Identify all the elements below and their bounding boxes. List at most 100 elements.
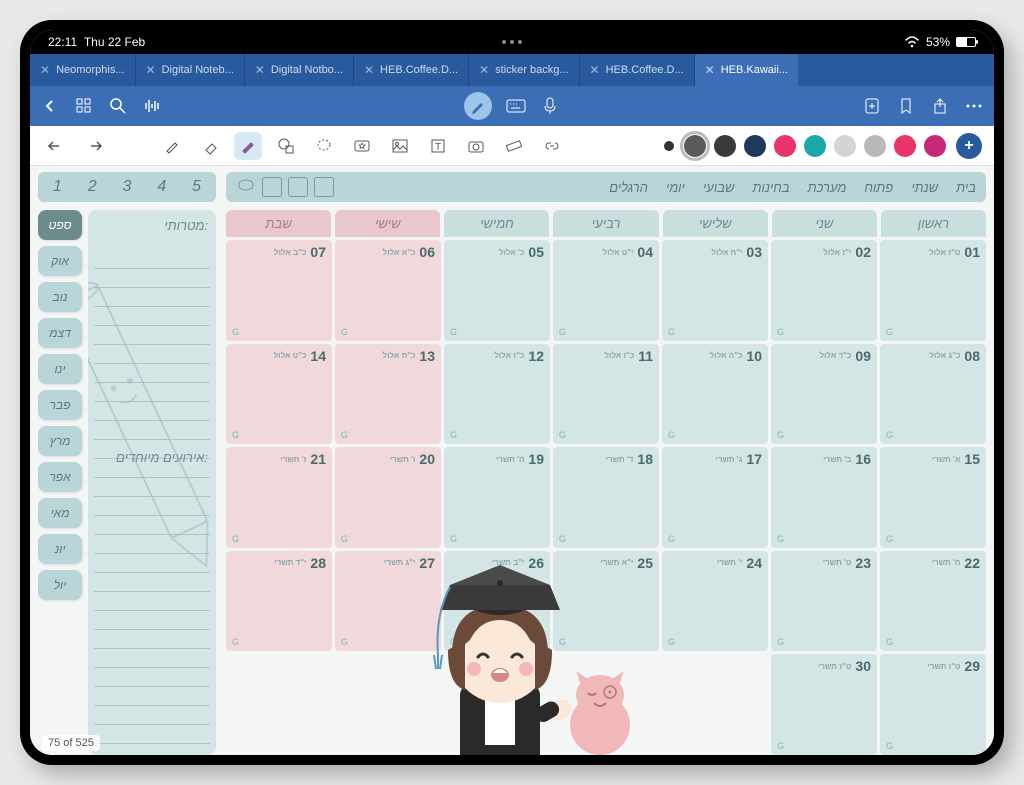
category-tab[interactable]: שנתי [911, 180, 938, 195]
day-header[interactable]: שבת [226, 210, 331, 237]
document-tab[interactable]: ✕Digital Noteb... [136, 54, 245, 86]
calendar-cell[interactable]: כ"ט אלול14G [226, 344, 332, 445]
calendar-cell[interactable]: ט' תשרי23G [771, 551, 877, 652]
color-swatch[interactable] [924, 135, 946, 157]
calendar-cell[interactable]: כ"ו אלול11G [553, 344, 659, 445]
favorite-tool-icon[interactable] [348, 132, 376, 160]
week-num[interactable]: 1 [53, 178, 62, 196]
color-swatch[interactable] [864, 135, 886, 157]
eraser-tool-icon[interactable] [196, 132, 224, 160]
calendar-cell[interactable]: ג' תשרי17G [662, 447, 768, 548]
keyboard-icon[interactable] [506, 96, 526, 116]
undo-icon[interactable] [42, 132, 70, 160]
category-tab[interactable]: פתוח [864, 180, 893, 195]
month-tab[interactable]: מאי [38, 498, 82, 528]
document-tab[interactable]: ✕HEB.Coffee.D... [580, 54, 695, 86]
close-tab-icon[interactable]: ✕ [255, 63, 265, 77]
week-num[interactable]: 5 [192, 178, 201, 196]
month-tab[interactable]: נוב [38, 282, 82, 312]
month-tab[interactable]: ספט [38, 210, 82, 240]
pen-tool-icon[interactable] [158, 132, 186, 160]
month-tab[interactable]: יול [38, 570, 82, 600]
month-tab[interactable]: פבר [38, 390, 82, 420]
image-tool-icon[interactable] [386, 132, 414, 160]
month-tab[interactable]: אפר [38, 462, 82, 492]
week-num[interactable]: 3 [123, 178, 132, 196]
pen-mode-icon[interactable] [464, 92, 492, 120]
color-swatch[interactable] [744, 135, 766, 157]
more-icon[interactable] [964, 96, 984, 116]
color-swatch[interactable] [804, 135, 826, 157]
calendar-cell[interactable]: ט"ז תשרי30G [771, 654, 877, 755]
brain-icon[interactable] [236, 177, 256, 197]
calendar-cell[interactable]: ה' תשרי19G [444, 447, 550, 548]
add-color-button[interactable]: + [956, 133, 982, 159]
color-swatch[interactable] [894, 135, 916, 157]
calendar-cell[interactable]: ח' תשרי22G [880, 551, 986, 652]
close-tab-icon[interactable]: ✕ [590, 63, 600, 77]
view-icon-1[interactable] [262, 177, 282, 197]
calendar-cell[interactable]: י"ד תשרי28G [226, 551, 332, 652]
category-tab[interactable]: הרגלים [609, 180, 648, 195]
search-icon[interactable] [108, 96, 128, 116]
link-tool-icon[interactable] [538, 132, 566, 160]
calendar-cell[interactable]: ט"ו תשרי29G [880, 654, 986, 755]
category-tab[interactable]: מערכת [808, 180, 847, 195]
category-tab[interactable]: בחינות [752, 180, 789, 195]
notes-panel[interactable]: מטרותי: אירועים מיוחדים: [88, 210, 216, 755]
calendar-cell[interactable]: י"ח אלול03G [662, 240, 768, 341]
calendar-cell[interactable]: ב' תשרי16G [771, 447, 877, 548]
color-swatch[interactable] [834, 135, 856, 157]
stroke-size-icon[interactable] [664, 141, 674, 151]
add-page-icon[interactable] [862, 96, 882, 116]
week-num[interactable]: 4 [157, 178, 166, 196]
calendar-cell[interactable]: כ"ח אלול13G [335, 344, 441, 445]
day-header[interactable]: ראשון [881, 210, 986, 237]
calendar-cell[interactable]: י"ז אלול02G [771, 240, 877, 341]
shape-tool-icon[interactable] [272, 132, 300, 160]
camera-tool-icon[interactable] [462, 132, 490, 160]
bookmark-icon[interactable] [896, 96, 916, 116]
calendar-cell[interactable]: כ"ב אלול07G [226, 240, 332, 341]
close-tab-icon[interactable]: ✕ [479, 63, 489, 77]
month-tab[interactable]: אוק [38, 246, 82, 276]
calendar-cell[interactable]: ו' תשרי20G [335, 447, 441, 548]
color-swatch[interactable] [774, 135, 796, 157]
week-numbers[interactable]: 1 2 3 4 5 [38, 172, 216, 202]
highlighter-tool-icon[interactable] [234, 132, 262, 160]
view-icon-2[interactable] [288, 177, 308, 197]
kawaii-character-sticker[interactable] [390, 565, 670, 755]
calendar-cell[interactable]: ד' תשרי18G [553, 447, 659, 548]
grid-icon[interactable] [74, 96, 94, 116]
category-tab[interactable]: שבועי [703, 180, 735, 195]
audio-icon[interactable] [142, 96, 162, 116]
month-tab[interactable]: דצמ [38, 318, 82, 348]
month-tab[interactable]: ינו [38, 354, 82, 384]
day-header[interactable]: חמישי [444, 210, 549, 237]
color-swatch[interactable] [714, 135, 736, 157]
day-header[interactable]: שלישי [663, 210, 768, 237]
calendar-cell[interactable]: י"ט אלול04G [553, 240, 659, 341]
category-tab[interactable]: יומי [666, 180, 685, 195]
document-tab[interactable]: ✕HEB.Kawaii... [695, 54, 799, 86]
month-tab[interactable]: מרץ [38, 426, 82, 456]
mic-icon[interactable] [540, 96, 560, 116]
ruler-tool-icon[interactable] [500, 132, 528, 160]
calendar-cell[interactable]: א' תשרי15G [880, 447, 986, 548]
calendar-cell[interactable]: י' תשרי24G [662, 551, 768, 652]
category-tab[interactable]: בית [956, 180, 976, 195]
week-num[interactable]: 2 [88, 178, 97, 196]
calendar-cell[interactable]: כ"ג אלול08G [880, 344, 986, 445]
calendar-cell[interactable]: ט"ז אלול01G [880, 240, 986, 341]
calendar-cell[interactable]: כ' אלול05G [444, 240, 550, 341]
view-icon-3[interactable] [314, 177, 334, 197]
text-tool-icon[interactable]: T [424, 132, 452, 160]
calendar-cell[interactable]: כ"ז אלול12G [444, 344, 550, 445]
document-tab[interactable]: ✕HEB.Coffee.D... [354, 54, 469, 86]
document-tab[interactable]: ✕sticker backg... [469, 54, 579, 86]
calendar-cell[interactable]: כ"ה אלול10G [662, 344, 768, 445]
close-tab-icon[interactable]: ✕ [146, 63, 156, 77]
close-tab-icon[interactable]: ✕ [40, 63, 50, 77]
close-tab-icon[interactable]: ✕ [364, 63, 374, 77]
calendar-cell[interactable]: ז' תשרי21G [226, 447, 332, 548]
